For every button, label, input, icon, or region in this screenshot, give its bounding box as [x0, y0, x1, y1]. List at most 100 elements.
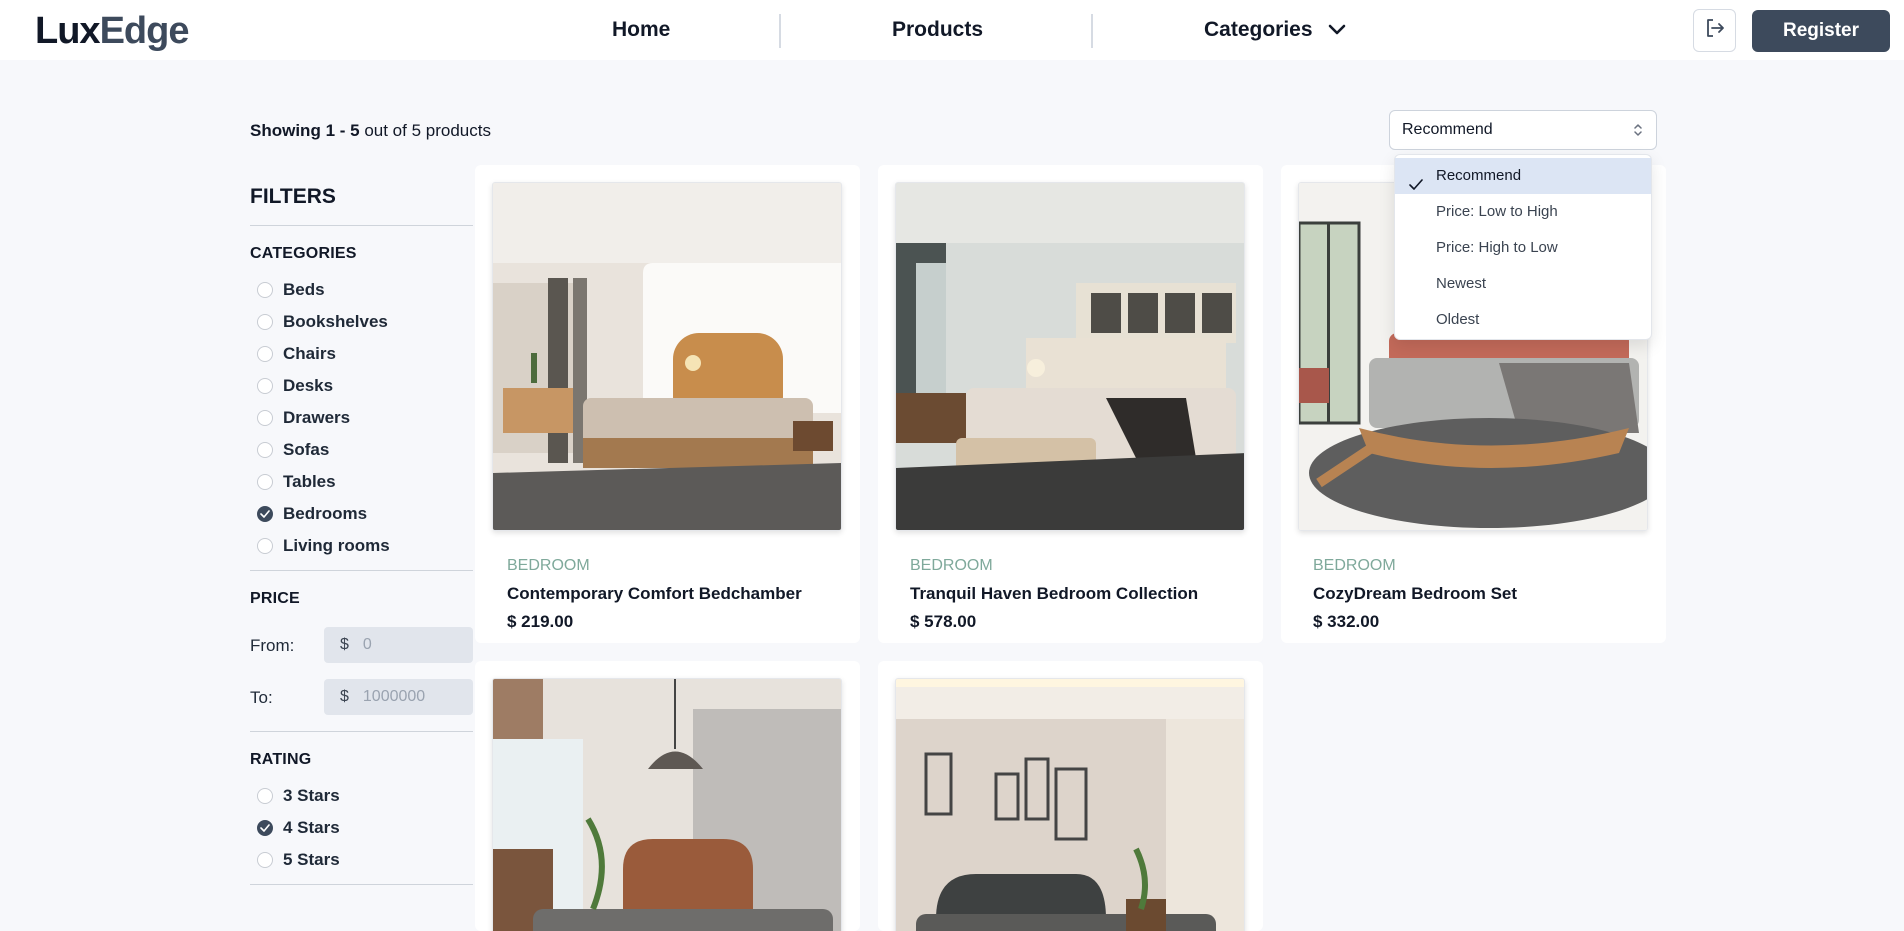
product-name[interactable]: CozyDream Bedroom Set	[1313, 584, 1517, 604]
checkbox[interactable]	[257, 346, 273, 362]
price-to-label: To:	[250, 688, 273, 707]
nav-categories[interactable]: Categories	[1204, 18, 1346, 42]
currency-symbol: $	[340, 636, 349, 653]
category-filter-chairs[interactable]: Chairs	[257, 343, 336, 365]
select-updown-icon	[1632, 121, 1644, 144]
results-count-suffix: out of 5 products	[364, 121, 491, 140]
checkbox-label: Tables	[283, 472, 336, 491]
product-name[interactable]: Tranquil Haven Bedroom Collection	[910, 584, 1198, 604]
checkbox[interactable]	[257, 442, 273, 458]
checkbox[interactable]	[257, 314, 273, 330]
register-button[interactable]: Register	[1752, 10, 1890, 52]
sort-selected-value: Recommend	[1402, 121, 1493, 138]
category-filter-tables[interactable]: Tables	[257, 471, 336, 493]
category-filter-bookshelves[interactable]: Bookshelves	[257, 311, 388, 333]
checkbox-label: Drawers	[283, 408, 351, 427]
product-price: $ 219.00	[507, 612, 574, 631]
logo-text-primary: Lux	[35, 10, 101, 52]
product-category: BEDROOM	[910, 557, 993, 574]
rating-filter-3-stars[interactable]: 3 Stars	[257, 785, 340, 807]
product-price: $ 578.00	[910, 612, 977, 631]
results-count-range: 1 - 5	[325, 121, 360, 140]
category-filter-beds[interactable]: Beds	[257, 279, 325, 301]
product-category: BEDROOM	[507, 557, 590, 574]
rating-title: RATING	[250, 751, 312, 768]
product-image[interactable]	[895, 678, 1245, 931]
product-price: $ 332.00	[1313, 612, 1380, 631]
logout-icon	[1704, 17, 1726, 44]
checkbox-label: Desks	[283, 376, 334, 395]
product-card[interactable]: BEDROOM Contemporary Comfort Bedchamber …	[475, 165, 860, 643]
check-icon	[260, 510, 270, 518]
checkbox-label: Sofas	[283, 440, 330, 459]
chevron-down-icon	[1328, 18, 1346, 42]
product-image[interactable]	[492, 678, 842, 931]
checkbox-label: 4 Stars	[283, 818, 340, 837]
checkbox[interactable]	[257, 538, 273, 554]
price-title: PRICE	[250, 590, 300, 607]
rating-filter-4-stars[interactable]: 4 Stars	[257, 817, 340, 839]
logo[interactable]: LuxEdge	[35, 10, 190, 53]
price-from-label: From:	[250, 636, 295, 655]
category-filter-sofas[interactable]: Sofas	[257, 439, 329, 461]
checkbox-checked[interactable]	[257, 820, 273, 836]
product-image[interactable]	[492, 182, 842, 531]
logo-text-secondary: Edge	[99, 10, 190, 52]
rating-filter-5-stars[interactable]: 5 Stars	[257, 849, 340, 871]
checkbox[interactable]	[257, 410, 273, 426]
checkbox[interactable]	[257, 282, 273, 298]
product-card[interactable]: BEDROOM Tranquil Haven Bedroom Collectio…	[878, 165, 1263, 643]
divider	[250, 570, 473, 571]
checkbox-label: Living rooms	[283, 536, 390, 555]
sort-option-price-low-high[interactable]: Price: Low to High	[1395, 194, 1651, 230]
checkbox[interactable]	[257, 852, 273, 868]
sort-option-oldest[interactable]: Oldest	[1395, 302, 1651, 338]
checkbox[interactable]	[257, 378, 273, 394]
price-from-input[interactable]	[362, 636, 463, 654]
sort-dropdown-menu: Recommend Price: Low to High Price: High…	[1394, 154, 1652, 340]
sort-option-label: Price: High to Low	[1436, 239, 1558, 256]
category-filter-bedrooms[interactable]: Bedrooms	[257, 503, 367, 525]
category-filter-living-rooms[interactable]: Living rooms	[257, 535, 390, 557]
top-navbar: LuxEdge Home Products Categories Registe…	[0, 0, 1904, 60]
checkbox[interactable]	[257, 788, 273, 804]
nav-categories-label: Categories	[1204, 18, 1313, 41]
product-name[interactable]: Contemporary Comfort Bedchamber	[507, 584, 802, 604]
nav-products[interactable]: Products	[892, 18, 983, 42]
filters-title: FILTERS	[250, 185, 336, 208]
product-image[interactable]	[895, 182, 1245, 531]
sort-option-price-high-low[interactable]: Price: High to Low	[1395, 230, 1651, 266]
categories-title: CATEGORIES	[250, 245, 357, 262]
sort-option-label: Newest	[1436, 275, 1487, 292]
checkbox-checked[interactable]	[257, 506, 273, 522]
check-icon	[260, 824, 270, 832]
nav-home[interactable]: Home	[612, 18, 670, 42]
logout-button[interactable]	[1693, 9, 1736, 52]
product-card[interactable]	[475, 661, 860, 931]
checkbox-label: 3 Stars	[283, 786, 340, 805]
sort-option-newest[interactable]: Newest	[1395, 266, 1651, 302]
checkbox-label: Chairs	[283, 344, 336, 363]
results-count-prefix: Showing	[250, 121, 321, 140]
sort-option-label: Oldest	[1436, 311, 1480, 328]
divider	[250, 884, 473, 885]
checkbox-label: 5 Stars	[283, 850, 340, 869]
divider	[250, 225, 473, 226]
sort-select[interactable]: Recommend	[1389, 110, 1657, 150]
sort-option-label: Recommend	[1436, 167, 1522, 184]
category-filter-drawers[interactable]: Drawers	[257, 407, 350, 429]
price-to-field[interactable]: $	[324, 679, 473, 715]
price-from-field[interactable]: $	[324, 627, 473, 663]
results-count: Showing 1 - 5 out of 5 products	[250, 121, 491, 141]
nav-divider	[1091, 14, 1093, 48]
sort-option-recommend[interactable]: Recommend	[1395, 158, 1651, 194]
product-card[interactable]	[878, 661, 1263, 931]
currency-symbol: $	[340, 688, 349, 705]
category-filter-desks[interactable]: Desks	[257, 375, 333, 397]
checkbox-label: Bedrooms	[283, 504, 368, 523]
product-category: BEDROOM	[1313, 557, 1396, 574]
checkbox[interactable]	[257, 474, 273, 490]
nav-divider	[779, 14, 781, 48]
checkbox-label: Beds	[283, 280, 325, 299]
price-to-input[interactable]	[362, 688, 463, 706]
